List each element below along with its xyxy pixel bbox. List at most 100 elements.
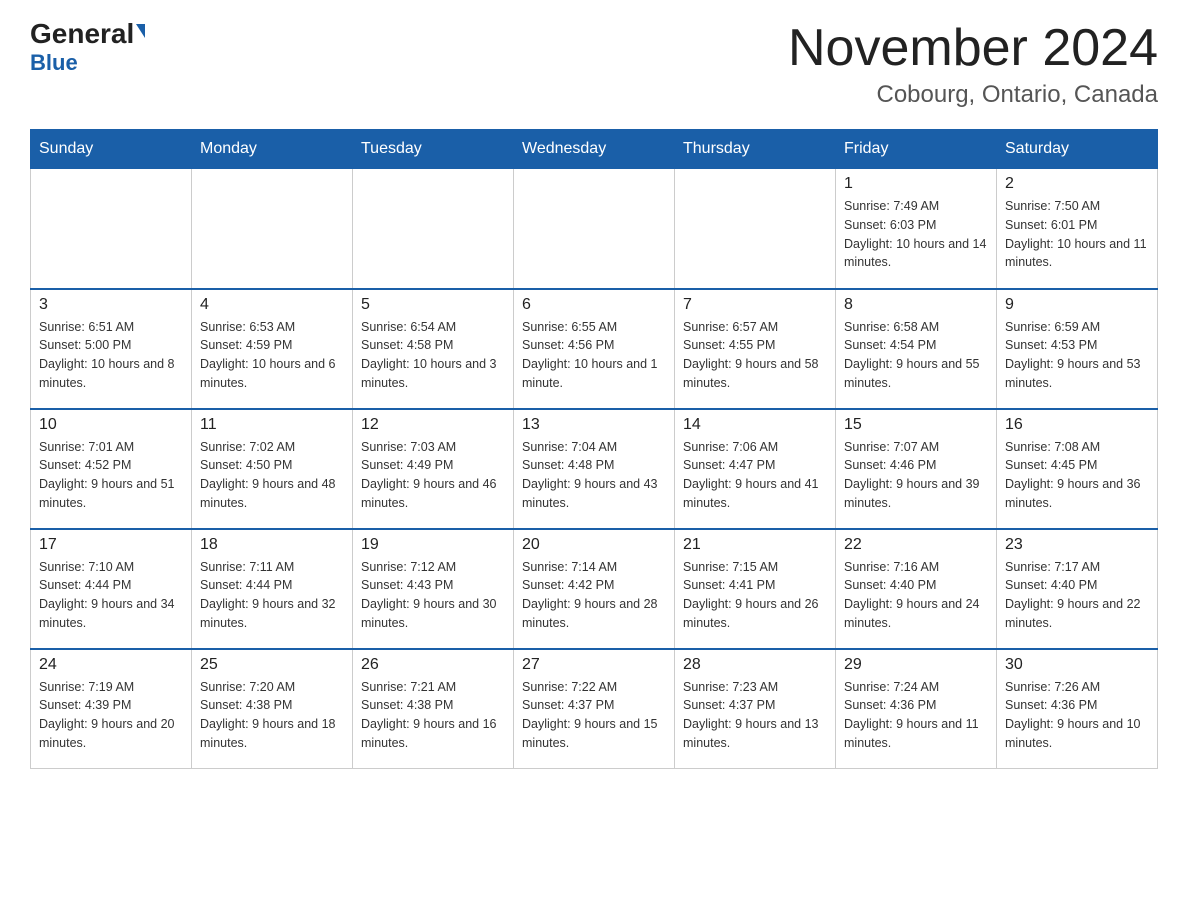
day-info: Sunrise: 6:59 AMSunset: 4:53 PMDaylight:… (1005, 318, 1149, 393)
day-number: 30 (1005, 656, 1149, 674)
day-number: 25 (200, 656, 344, 674)
day-number: 5 (361, 296, 505, 314)
day-number: 8 (844, 296, 988, 314)
cell-week3-day6: 15Sunrise: 7:07 AMSunset: 4:46 PMDayligh… (836, 409, 997, 529)
day-info: Sunrise: 7:03 AMSunset: 4:49 PMDaylight:… (361, 438, 505, 513)
cell-week2-day4: 6 Sunrise: 6:55 AMSunset: 4:56 PMDaylight… (514, 289, 675, 409)
cell-week3-day3: 12 Sunrise: 7:03 AMSunset: 4:49 PMDayligh… (353, 409, 514, 529)
day-number: 28 (683, 656, 827, 674)
cell-week5-day2: 25 Sunrise: 7:20 AMSunset: 4:38 PMDayligh… (192, 649, 353, 769)
title-area: November 2024 Cobourg, Ontario, Canada (788, 20, 1158, 109)
cell-week4-day5: 21 Sunrise: 7:15 AMSunset: 4:41 PMDayligh… (675, 529, 836, 649)
weekday-header-row: Sunday Monday Tuesday Wednesday Thursday… (31, 130, 1158, 169)
cell-week3-day4: 13Sunrise: 7:04 AMSunset: 4:48 PMDayligh… (514, 409, 675, 529)
cell-week5-day3: 26Sunrise: 7:21 AMSunset: 4:38 PMDayligh… (353, 649, 514, 769)
header-sunday: Sunday (31, 130, 192, 169)
day-info: Sunrise: 7:10 AMSunset: 4:44 PMDaylight:… (39, 558, 183, 633)
header-monday: Monday (192, 130, 353, 169)
day-info: Sunrise: 7:16 AMSunset: 4:40 PMDaylight:… (844, 558, 988, 633)
calendar-title: November 2024 (788, 20, 1158, 77)
week-row-4: 17 Sunrise: 7:10 AMSunset: 4:44 PMDayligh… (31, 529, 1158, 649)
day-number: 29 (844, 656, 988, 674)
day-info: Sunrise: 7:20 AMSunset: 4:38 PMDaylight:… (200, 678, 344, 753)
day-info: Sunrise: 6:55 AMSunset: 4:56 PMDaylight:… (522, 318, 666, 393)
day-number: 10 (39, 416, 183, 434)
cell-week2-day6: 8 Sunrise: 6:58 AMSunset: 4:54 PMDaylight… (836, 289, 997, 409)
day-number: 18 (200, 536, 344, 554)
cell-week4-day6: 22 Sunrise: 7:16 AMSunset: 4:40 PMDayligh… (836, 529, 997, 649)
cell-week2-day5: 7Sunrise: 6:57 AMSunset: 4:55 PMDaylight… (675, 289, 836, 409)
day-info: Sunrise: 7:49 AMSunset: 6:03 PMDaylight:… (844, 197, 988, 272)
day-number: 27 (522, 656, 666, 674)
cell-week4-day1: 17 Sunrise: 7:10 AMSunset: 4:44 PMDayligh… (31, 529, 192, 649)
logo-general: General (30, 20, 145, 48)
cell-week1-day1 (31, 169, 192, 289)
day-info: Sunrise: 7:02 AMSunset: 4:50 PMDaylight:… (200, 438, 344, 513)
day-info: Sunrise: 6:58 AMSunset: 4:54 PMDaylight:… (844, 318, 988, 393)
day-info: Sunrise: 7:15 AMSunset: 4:41 PMDaylight:… (683, 558, 827, 633)
day-number: 2 (1005, 175, 1149, 193)
day-number: 13 (522, 416, 666, 434)
day-number: 22 (844, 536, 988, 554)
day-info: Sunrise: 7:12 AMSunset: 4:43 PMDaylight:… (361, 558, 505, 633)
day-number: 23 (1005, 536, 1149, 554)
cell-week5-day5: 28 Sunrise: 7:23 AMSunset: 4:37 PMDayligh… (675, 649, 836, 769)
day-number: 14 (683, 416, 827, 434)
day-info: Sunrise: 7:21 AMSunset: 4:38 PMDaylight:… (361, 678, 505, 753)
day-info: Sunrise: 7:06 AMSunset: 4:47 PMDaylight:… (683, 438, 827, 513)
header-thursday: Thursday (675, 130, 836, 169)
day-number: 17 (39, 536, 183, 554)
day-info: Sunrise: 7:08 AMSunset: 4:45 PMDaylight:… (1005, 438, 1149, 513)
day-info: Sunrise: 7:01 AMSunset: 4:52 PMDaylight:… (39, 438, 183, 513)
day-info: Sunrise: 6:53 AMSunset: 4:59 PMDaylight:… (200, 318, 344, 393)
cell-week1-day6: 1 Sunrise: 7:49 AMSunset: 6:03 PMDaylight… (836, 169, 997, 289)
day-info: Sunrise: 7:11 AMSunset: 4:44 PMDaylight:… (200, 558, 344, 633)
day-number: 16 (1005, 416, 1149, 434)
logo-blue: Blue (30, 50, 78, 76)
day-number: 15 (844, 416, 988, 434)
cell-week1-day5 (675, 169, 836, 289)
header-wednesday: Wednesday (514, 130, 675, 169)
day-info: Sunrise: 7:17 AMSunset: 4:40 PMDaylight:… (1005, 558, 1149, 633)
cell-week2-day7: 9 Sunrise: 6:59 AMSunset: 4:53 PMDaylight… (997, 289, 1158, 409)
week-row-1: 1 Sunrise: 7:49 AMSunset: 6:03 PMDaylight… (31, 169, 1158, 289)
day-number: 9 (1005, 296, 1149, 314)
header-friday: Friday (836, 130, 997, 169)
day-info: Sunrise: 7:23 AMSunset: 4:37 PMDaylight:… (683, 678, 827, 753)
day-number: 1 (844, 175, 988, 193)
cell-week5-day4: 27 Sunrise: 7:22 AMSunset: 4:37 PMDayligh… (514, 649, 675, 769)
day-number: 12 (361, 416, 505, 434)
cell-week2-day2: 4 Sunrise: 6:53 AMSunset: 4:59 PMDaylight… (192, 289, 353, 409)
cell-week5-day1: 24Sunrise: 7:19 AMSunset: 4:39 PMDayligh… (31, 649, 192, 769)
cell-week3-day1: 10 Sunrise: 7:01 AMSunset: 4:52 PMDayligh… (31, 409, 192, 529)
cell-week2-day3: 5 Sunrise: 6:54 AMSunset: 4:58 PMDaylight… (353, 289, 514, 409)
day-number: 6 (522, 296, 666, 314)
calendar-table: Sunday Monday Tuesday Wednesday Thursday… (30, 129, 1158, 769)
day-number: 19 (361, 536, 505, 554)
header-tuesday: Tuesday (353, 130, 514, 169)
cell-week4-day7: 23 Sunrise: 7:17 AMSunset: 4:40 PMDayligh… (997, 529, 1158, 649)
day-info: Sunrise: 6:54 AMSunset: 4:58 PMDaylight:… (361, 318, 505, 393)
day-info: Sunrise: 7:50 AMSunset: 6:01 PMDaylight:… (1005, 197, 1149, 272)
day-number: 4 (200, 296, 344, 314)
day-info: Sunrise: 7:26 AMSunset: 4:36 PMDaylight:… (1005, 678, 1149, 753)
day-number: 20 (522, 536, 666, 554)
week-row-3: 10 Sunrise: 7:01 AMSunset: 4:52 PMDayligh… (31, 409, 1158, 529)
day-info: Sunrise: 7:22 AMSunset: 4:37 PMDaylight:… (522, 678, 666, 753)
cell-week4-day2: 18 Sunrise: 7:11 AMSunset: 4:44 PMDayligh… (192, 529, 353, 649)
cell-week3-day5: 14 Sunrise: 7:06 AMSunset: 4:47 PMDayligh… (675, 409, 836, 529)
day-info: Sunrise: 7:24 AMSunset: 4:36 PMDaylight:… (844, 678, 988, 753)
calendar-subtitle: Cobourg, Ontario, Canada (788, 81, 1158, 109)
day-number: 21 (683, 536, 827, 554)
week-row-5: 24Sunrise: 7:19 AMSunset: 4:39 PMDayligh… (31, 649, 1158, 769)
cell-week4-day4: 20Sunrise: 7:14 AMSunset: 4:42 PMDayligh… (514, 529, 675, 649)
day-number: 24 (39, 656, 183, 674)
cell-week3-day7: 16 Sunrise: 7:08 AMSunset: 4:45 PMDayligh… (997, 409, 1158, 529)
header-saturday: Saturday (997, 130, 1158, 169)
day-info: Sunrise: 6:51 AMSunset: 5:00 PMDaylight:… (39, 318, 183, 393)
day-number: 11 (200, 416, 344, 434)
cell-week1-day7: 2 Sunrise: 7:50 AMSunset: 6:01 PMDaylight… (997, 169, 1158, 289)
day-number: 3 (39, 296, 183, 314)
cell-week4-day3: 19 Sunrise: 7:12 AMSunset: 4:43 PMDayligh… (353, 529, 514, 649)
logo: General Blue (30, 20, 145, 76)
